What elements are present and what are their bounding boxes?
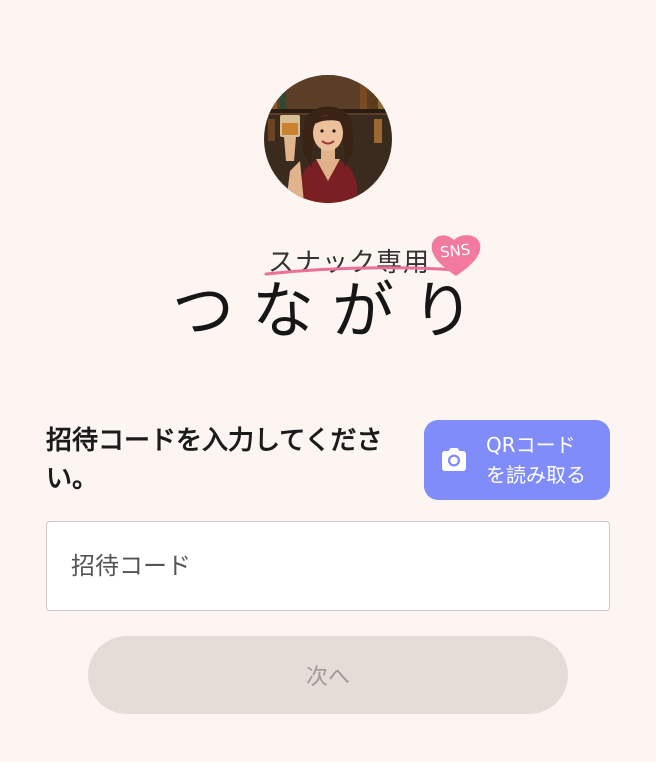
scan-qr-label: QRコード を読み取る [486,430,586,490]
invite-prompt: 招待コードを入力してください。 [46,426,383,494]
brand-name: つながり [172,274,493,347]
scan-qr-label-line1: QRコード [486,433,576,457]
scan-qr-label-line2: を読み取る [486,463,586,487]
camera-icon [442,448,466,471]
avatar [264,75,392,203]
brand-logo: スナック専用 SNS つながり [172,232,484,352]
brand-badge: SNS [439,240,472,262]
avatar-illustration [264,75,392,203]
scan-qr-button[interactable]: QRコード を読み取る [424,420,610,500]
next-button[interactable]: 次へ [88,636,568,714]
invite-code-input[interactable] [46,521,610,611]
